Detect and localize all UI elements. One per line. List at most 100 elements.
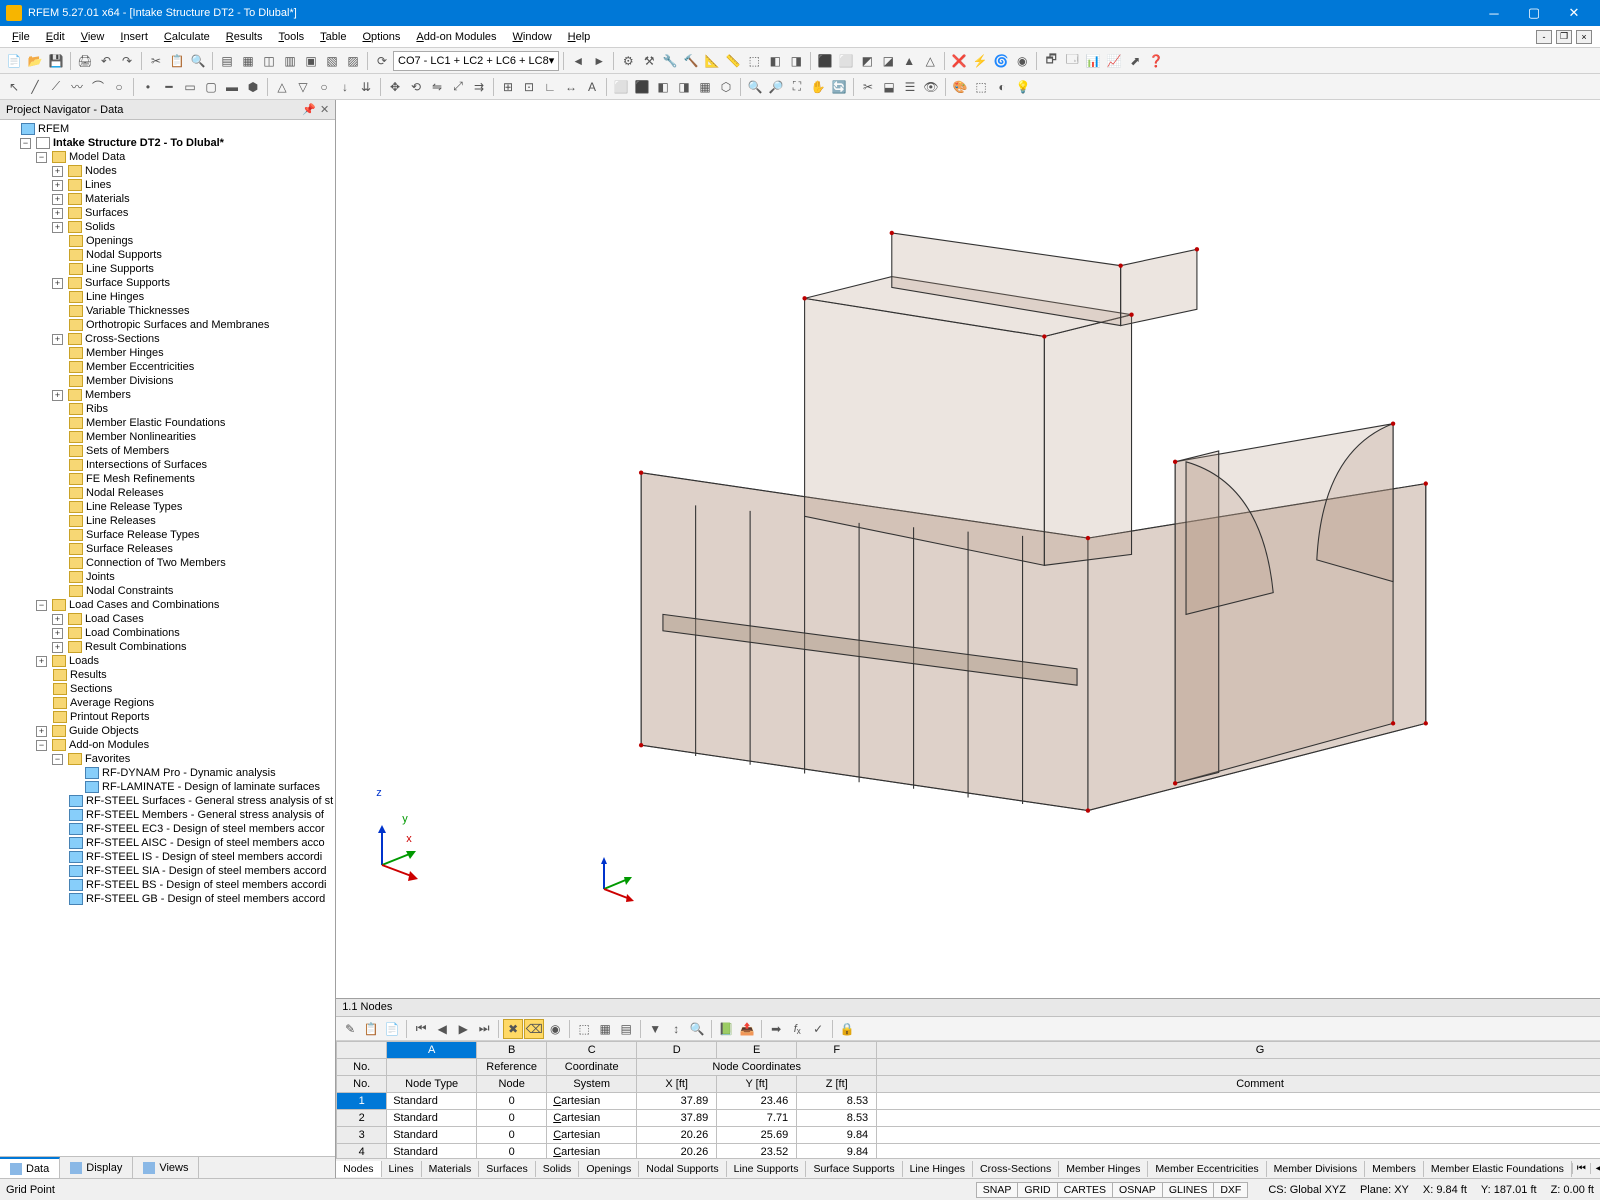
menu-edit[interactable]: Edit bbox=[38, 28, 73, 46]
table-tab-scroll[interactable]: ◀ bbox=[1590, 1163, 1600, 1174]
tool12-icon[interactable]: ◩ bbox=[857, 51, 877, 71]
table-paste-icon[interactable]: 📄 bbox=[382, 1019, 402, 1039]
tree-fav[interactable]: RF-DYNAM Pro - Dynamic analysis bbox=[0, 766, 335, 780]
table-tab-materials[interactable]: Materials bbox=[422, 1161, 480, 1177]
menu-tools[interactable]: Tools bbox=[270, 28, 312, 46]
redo-icon[interactable]: ↷ bbox=[117, 51, 137, 71]
tree-nodes[interactable]: +Nodes bbox=[0, 164, 335, 178]
minimize-button[interactable]: ─ bbox=[1474, 0, 1514, 26]
zoom-in-icon[interactable]: 🔍 bbox=[745, 77, 765, 97]
tree-steel-module[interactable]: RF-STEEL IS - Design of steel members ac… bbox=[0, 850, 335, 864]
panel-icon[interactable]: ▥ bbox=[280, 51, 300, 71]
table-tab-line-hinges[interactable]: Line Hinges bbox=[903, 1161, 973, 1177]
mirror-icon[interactable]: ⇋ bbox=[427, 77, 447, 97]
tree-surface-supports[interactable]: +Surface Supports bbox=[0, 276, 335, 290]
open-icon[interactable]: 📂 bbox=[25, 51, 45, 71]
data-table[interactable]: ABCDEFGNo.ReferenceCoordinateNode Coordi… bbox=[336, 1041, 1600, 1158]
tree-steel-module[interactable]: RF-STEEL BS - Design of steel members ac… bbox=[0, 878, 335, 892]
tool7-icon[interactable]: ⬚ bbox=[744, 51, 764, 71]
panel3-icon[interactable]: ▧ bbox=[322, 51, 342, 71]
tree-favorites[interactable]: −Favorites bbox=[0, 752, 335, 766]
status-toggle-cartes[interactable]: CARTES bbox=[1057, 1182, 1113, 1198]
shade-icon[interactable]: ◐ bbox=[992, 77, 1012, 97]
load2-icon[interactable]: ⇊ bbox=[356, 77, 376, 97]
tree-fe-mesh-refinements[interactable]: FE Mesh Refinements bbox=[0, 472, 335, 486]
plate-icon[interactable]: ▬ bbox=[222, 77, 242, 97]
results-icon[interactable]: ◫ bbox=[259, 51, 279, 71]
table-tab-line-supports[interactable]: Line Supports bbox=[727, 1161, 807, 1177]
print-icon[interactable]: 🖨 bbox=[75, 51, 95, 71]
tool15-icon[interactable]: △ bbox=[920, 51, 940, 71]
mdi-close[interactable]: × bbox=[1576, 30, 1592, 44]
ortho-icon[interactable]: ∟ bbox=[540, 77, 560, 97]
layers-icon[interactable]: ☰ bbox=[900, 77, 920, 97]
tree-steel-module[interactable]: RF-STEEL Members - General stress analys… bbox=[0, 808, 335, 822]
table-lock-icon[interactable]: 🔒 bbox=[837, 1019, 857, 1039]
maximize-button[interactable]: ▢ bbox=[1514, 0, 1554, 26]
tool11-icon[interactable]: ⬜ bbox=[836, 51, 856, 71]
tree-intersections-of-surfaces[interactable]: Intersections of Surfaces bbox=[0, 458, 335, 472]
tree-model-data[interactable]: −Model Data bbox=[0, 150, 335, 164]
tool19-icon[interactable]: ◉ bbox=[1012, 51, 1032, 71]
circle-icon[interactable]: ○ bbox=[109, 77, 129, 97]
tool3-icon[interactable]: 🔧 bbox=[660, 51, 680, 71]
pointer-icon[interactable]: ↖ bbox=[4, 77, 24, 97]
tool22-icon[interactable]: 📊 bbox=[1083, 51, 1103, 71]
mdi-minimize[interactable]: - bbox=[1536, 30, 1552, 44]
offset-icon[interactable]: ⇉ bbox=[469, 77, 489, 97]
pan-icon[interactable]: ✋ bbox=[808, 77, 828, 97]
menu-help[interactable]: Help bbox=[560, 28, 599, 46]
tool6-icon[interactable]: 📏 bbox=[723, 51, 743, 71]
member-icon[interactable]: ━ bbox=[159, 77, 179, 97]
tree-load-combinations[interactable]: +Load Combinations bbox=[0, 626, 335, 640]
light-icon[interactable]: 💡 bbox=[1013, 77, 1033, 97]
tree-steel-module[interactable]: RF-STEEL EC3 - Design of steel members a… bbox=[0, 822, 335, 836]
tool24-icon[interactable]: ⬈ bbox=[1125, 51, 1145, 71]
table-fn1-icon[interactable]: ⬚ bbox=[574, 1019, 594, 1039]
render-icon[interactable]: 🎨 bbox=[950, 77, 970, 97]
tree-guide-objects[interactable]: +Guide Objects bbox=[0, 724, 335, 738]
view2-icon[interactable]: ⬛ bbox=[632, 77, 652, 97]
tree-printout-reports[interactable]: Printout Reports bbox=[0, 710, 335, 724]
tool10-icon[interactable]: ⬛ bbox=[815, 51, 835, 71]
new-icon[interactable]: 📄 bbox=[4, 51, 24, 71]
table-edit-icon[interactable]: ✎ bbox=[340, 1019, 360, 1039]
save-icon[interactable]: 💾 bbox=[46, 51, 66, 71]
table-prev-icon[interactable]: ◀ bbox=[432, 1019, 452, 1039]
tree-root[interactable]: RFEM bbox=[0, 122, 335, 136]
tool2-icon[interactable]: ⚒ bbox=[639, 51, 659, 71]
table-fn3-icon[interactable]: ▤ bbox=[616, 1019, 636, 1039]
table-tab-nodal-supports[interactable]: Nodal Supports bbox=[639, 1161, 726, 1177]
tool-icon[interactable]: ⚙ bbox=[618, 51, 638, 71]
tree-average-regions[interactable]: Average Regions bbox=[0, 696, 335, 710]
navigator-icon[interactable]: ▤ bbox=[217, 51, 237, 71]
curve-icon[interactable]: 〰 bbox=[67, 77, 87, 97]
model-viewport[interactable]: z y x bbox=[336, 100, 1600, 998]
table-row[interactable]: 4Standard0Cartesian20.2623.529.84 bbox=[337, 1144, 1600, 1159]
table-fn2-icon[interactable]: ▦ bbox=[595, 1019, 615, 1039]
table-find-icon[interactable]: 🔍 bbox=[687, 1019, 707, 1039]
table-sel-icon[interactable]: ◉ bbox=[545, 1019, 565, 1039]
table-tab-lines[interactable]: Lines bbox=[382, 1161, 422, 1177]
tree-project[interactable]: −Intake Structure DT2 - To Dlubal* bbox=[0, 136, 335, 150]
tree-line-hinges[interactable]: Line Hinges bbox=[0, 290, 335, 304]
menu-view[interactable]: View bbox=[73, 28, 113, 46]
tables-icon[interactable]: ▦ bbox=[238, 51, 258, 71]
tree-result-combinations[interactable]: +Result Combinations bbox=[0, 640, 335, 654]
table-go-icon[interactable]: ➡ bbox=[766, 1019, 786, 1039]
tool20-icon[interactable]: 🗗 bbox=[1041, 51, 1061, 71]
orbit-icon[interactable]: 🔄 bbox=[829, 77, 849, 97]
tree-addon-modules[interactable]: −Add-on Modules bbox=[0, 738, 335, 752]
view4-icon[interactable]: ◨ bbox=[674, 77, 694, 97]
tool16-icon[interactable]: ❌ bbox=[949, 51, 969, 71]
table-filter-icon[interactable]: ▼ bbox=[645, 1019, 665, 1039]
tree-solids[interactable]: +Solids bbox=[0, 220, 335, 234]
visibility-icon[interactable]: 👁 bbox=[921, 77, 941, 97]
table-excel-icon[interactable]: 📗 bbox=[716, 1019, 736, 1039]
arc-icon[interactable]: ⌒ bbox=[88, 77, 108, 97]
nav-tab-views[interactable]: Views bbox=[133, 1157, 199, 1178]
tree-orthotropic-surfaces-and-membranes[interactable]: Orthotropic Surfaces and Membranes bbox=[0, 318, 335, 332]
tree-surfaces[interactable]: +Surfaces bbox=[0, 206, 335, 220]
line-icon[interactable]: ╱ bbox=[25, 77, 45, 97]
table-first-icon[interactable]: ⏮ bbox=[411, 1019, 431, 1039]
